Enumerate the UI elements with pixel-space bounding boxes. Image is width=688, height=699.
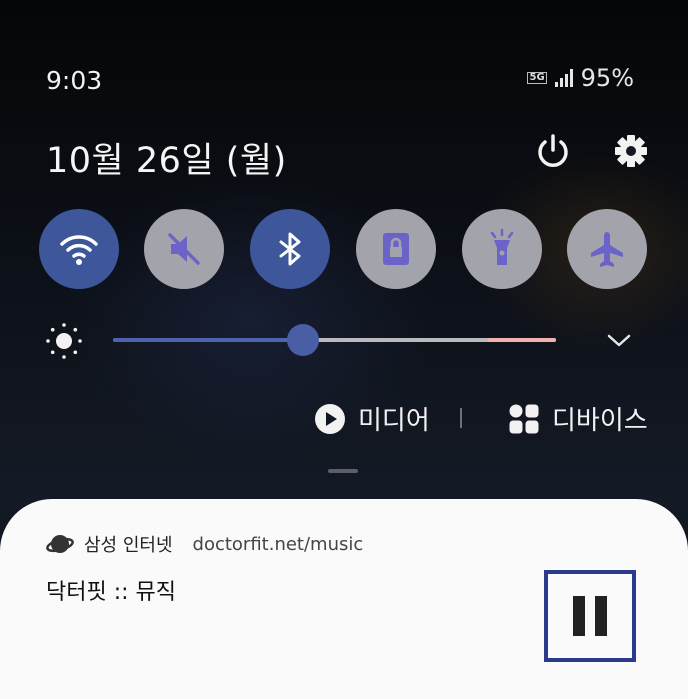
bluetooth-icon [279, 232, 301, 266]
date-label: 10월 26일 (월) [46, 141, 287, 181]
lock-icon [383, 233, 409, 265]
brightness-high-zone [488, 338, 556, 342]
notification-url: doctorfit.net/music [192, 533, 364, 555]
gear-icon [615, 135, 647, 167]
wifi-icon [60, 235, 98, 265]
brightness-thumb[interactable] [287, 324, 320, 356]
power-button[interactable] [530, 128, 576, 174]
airplane-toggle[interactable] [567, 209, 647, 289]
expand-button[interactable] [604, 326, 634, 356]
5g-icon: 5G [527, 72, 547, 84]
settings-button[interactable] [608, 128, 654, 174]
wifi-toggle[interactable] [39, 209, 119, 289]
signal-icon [554, 69, 573, 87]
brightness-fill [113, 338, 304, 342]
chevron-down-icon [607, 334, 631, 347]
play-circle-icon [315, 403, 345, 434]
samsung-internet-icon [46, 535, 74, 553]
power-icon [538, 134, 568, 167]
media-button[interactable]: 미디어 [314, 400, 430, 437]
track-title: 닥터핏 :: 뮤직 [46, 580, 177, 605]
pause-icon [573, 596, 607, 636]
sun-icon [44, 321, 84, 361]
brightness-slider[interactable] [113, 338, 556, 342]
panel-handle[interactable] [328, 469, 358, 473]
bluetooth-toggle[interactable] [250, 209, 330, 289]
devices-label: 디바이스 [552, 406, 648, 436]
sound-toggle[interactable] [144, 209, 224, 289]
battery-level: 95% [580, 64, 634, 92]
flashlight-icon [490, 228, 514, 265]
divider [460, 408, 462, 428]
status-time: 9:03 [46, 66, 103, 95]
devices-icon [509, 404, 539, 433]
status-icons: 5G 95% [527, 64, 634, 92]
flashlight-toggle[interactable] [462, 209, 542, 289]
app-name: 삼성 인터넷 [84, 535, 173, 556]
notification-header: 삼성 인터넷 doctorfit.net/music [46, 530, 363, 558]
mute-icon [168, 233, 200, 265]
pause-button[interactable] [544, 570, 636, 662]
media-label: 미디어 [358, 406, 430, 436]
lock-toggle[interactable] [356, 209, 436, 289]
devices-button[interactable]: 디바이스 [508, 400, 648, 437]
airplane-icon [591, 232, 623, 267]
